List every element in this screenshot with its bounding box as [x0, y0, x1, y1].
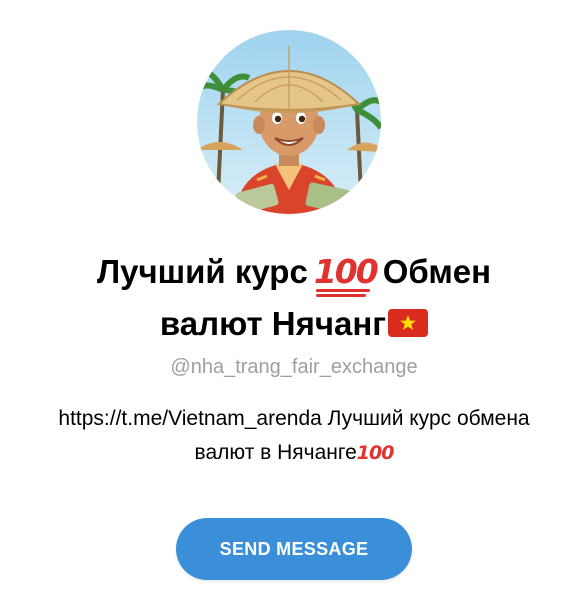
channel-title-line2: валют Нячанг	[0, 298, 588, 350]
username: @nha_trang_fair_exchange	[170, 356, 418, 378]
channel-title: Лучший курс 100 Обмен валют Нячанг	[0, 246, 588, 350]
channel-description: https://t.me/Vietnam_arenda Лучший курс …	[0, 402, 588, 470]
description-line2: валют в Нячанге100	[194, 441, 395, 464]
avatar-image	[197, 30, 381, 214]
hundred-points-icon: 100	[356, 442, 395, 464]
hundred-points-icon: 100	[314, 246, 379, 298]
send-message-button[interactable]: SEND MESSAGE	[176, 518, 412, 580]
vietnam-flag-icon	[388, 309, 429, 337]
description-line1: https://t.me/Vietnam_arenda Лучший курс …	[58, 407, 530, 430]
channel-title-line1: Лучший курс 100 Обмен	[0, 246, 588, 298]
avatar[interactable]	[197, 30, 381, 214]
